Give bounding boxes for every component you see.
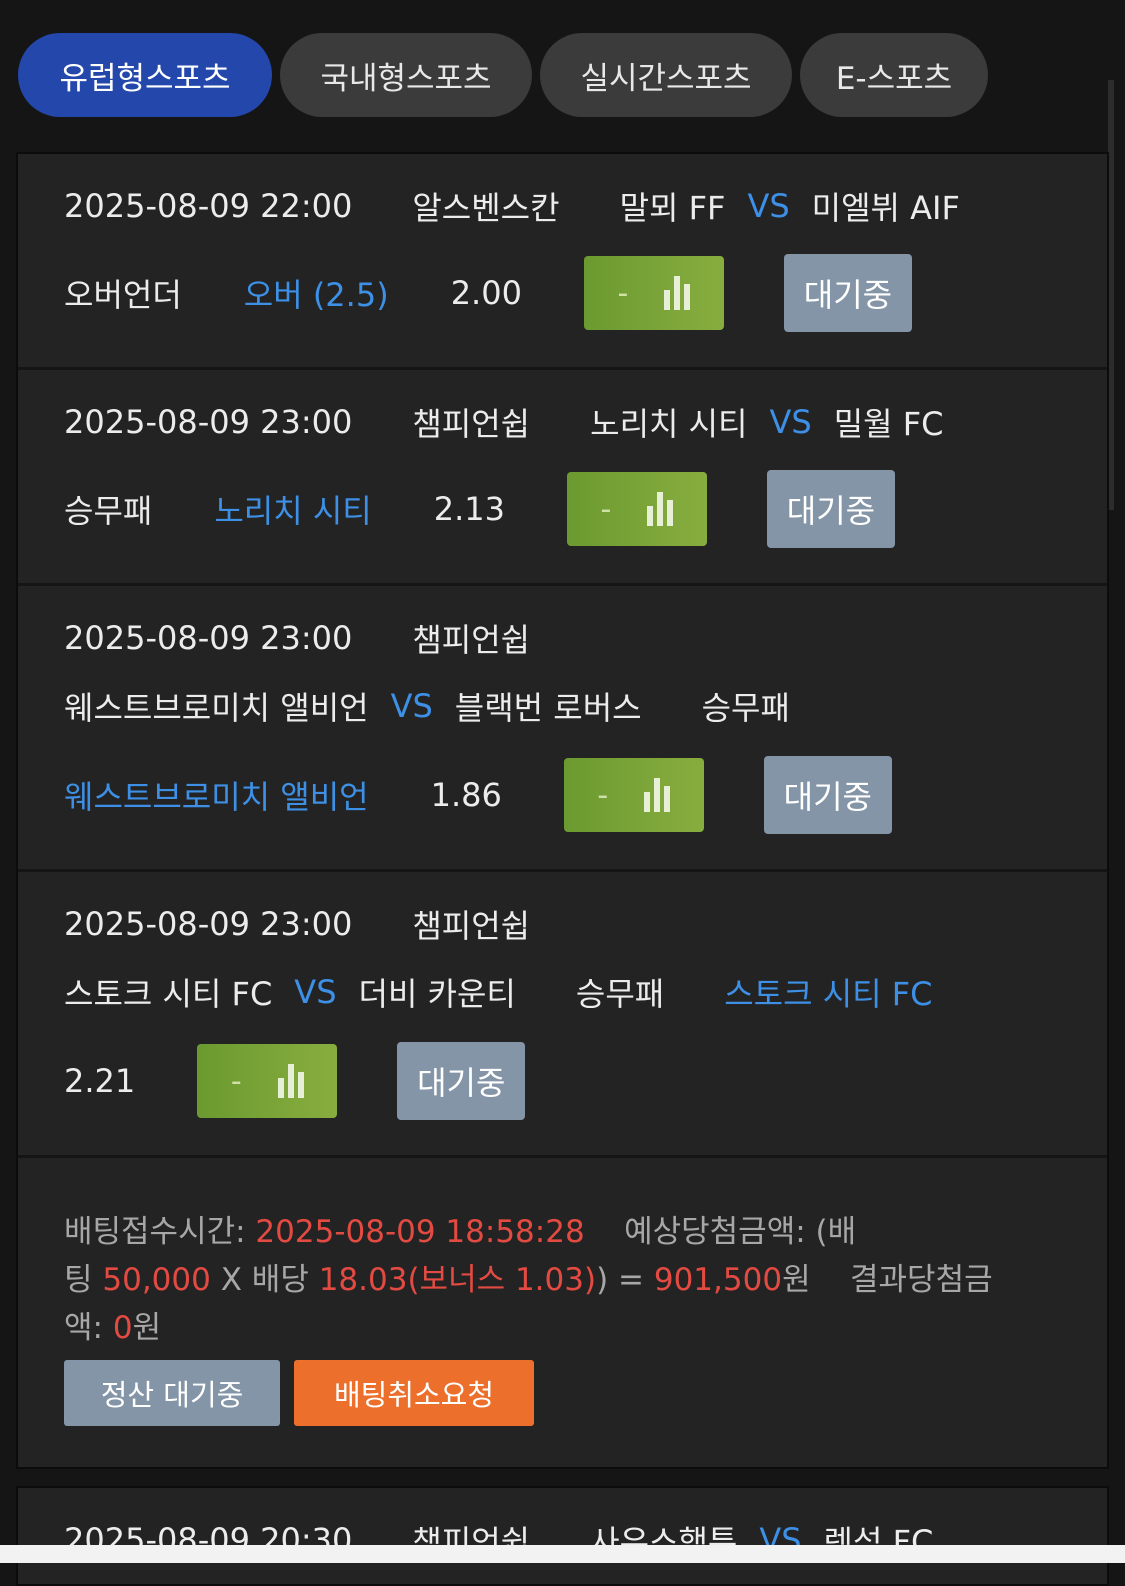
- bottom-bar: [0, 1545, 1125, 1563]
- bet-row: 2025-08-09 23:00 챔피언쉽 노리치 시티 VS 밀월 FC 승무…: [18, 370, 1107, 586]
- bet-match-line: 2025-08-09 23:00 챔피언쉽: [64, 616, 530, 660]
- bet-match-line: 2025-08-09 23:00 챔피언쉽 노리치 시티 VS 밀월 FC: [64, 400, 944, 444]
- tab-european-sports[interactable]: 유럽형스포츠: [18, 33, 272, 117]
- expected-label-cont: 팅: [64, 1262, 103, 1298]
- total-odds: 18.03(보너스 1.03): [318, 1262, 597, 1298]
- bet-row: 2025-08-09 23:00 챔피언쉽 웨스트브로미치 앨비언 VS 블랙번…: [18, 586, 1107, 872]
- bet-market: 승무패: [701, 689, 790, 727]
- bet-pick-line: 2.21 - 대기중: [64, 1042, 526, 1120]
- status-badge: 대기중: [397, 1042, 526, 1120]
- odds-stats-button[interactable]: -: [583, 256, 724, 330]
- bet-league: 챔피언쉽: [412, 621, 531, 659]
- bet-away-team: 더비 카운티: [358, 975, 516, 1013]
- bet-market: 승무패: [64, 492, 153, 530]
- vs-label: VS: [769, 403, 812, 441]
- expected-label: 예상당첨금액: (배: [624, 1214, 857, 1250]
- bet-odds: 2.00: [450, 274, 522, 312]
- bet-pick: 스토크 시티 FC: [724, 975, 933, 1013]
- bet-datetime: 2025-08-09 23:00: [64, 403, 353, 441]
- bet-row: 2025-08-09 22:00 알스벤스칸 말뫼 FF VS 미엘뷔 AIF …: [18, 154, 1107, 370]
- bet-league: 챔피언쉽: [412, 405, 531, 443]
- bet-market: 승무패: [575, 975, 665, 1013]
- vs-label: VS: [747, 187, 790, 225]
- bet-pick-line: 웨스트브로미치 앨비언 1.86 - 대기중: [64, 756, 892, 834]
- odds-stats-button[interactable]: -: [566, 472, 707, 546]
- stake-amount: 50,000: [102, 1262, 211, 1298]
- bet-match-line: 2025-08-09 22:00 알스벤스칸 말뫼 FF VS 미엘뷔 AIF: [64, 184, 960, 228]
- bet-match-line: 2025-08-09 23:00 챔피언쉽: [64, 902, 530, 946]
- result-amount: 0: [112, 1310, 133, 1346]
- bet-market: 오버언더: [64, 276, 182, 314]
- bet-odds: 2.21: [64, 1062, 136, 1100]
- bet-league: 챔피언쉽: [412, 907, 531, 945]
- result-label-cont: 액:: [64, 1310, 113, 1346]
- bet-away-team: 블랙번 로버스: [454, 689, 642, 727]
- sport-tabs: 유럽형스포츠 국내형스포츠 실시간스포츠 E-스포츠: [18, 33, 988, 117]
- tab-domestic-sports[interactable]: 국내형스포츠: [280, 33, 532, 117]
- odds-label: X 배당: [210, 1262, 319, 1298]
- won-unit: 원: [782, 1262, 811, 1298]
- bet-home-team: 웨스트브로미치 앨비언: [64, 689, 369, 727]
- vs-label: VS: [294, 973, 337, 1011]
- bet-row: 2025-08-09 23:00 챔피언쉽 스토크 시티 FC VS 더비 카운…: [18, 872, 1107, 1158]
- bet-time-label: 배팅접수시간:: [64, 1214, 256, 1250]
- vs-label: VS: [390, 687, 433, 725]
- bar-chart-icon: [644, 778, 671, 812]
- odds-stats-button[interactable]: -: [197, 1044, 338, 1118]
- bet-datetime: 2025-08-09 23:00: [64, 619, 353, 657]
- bet-time: 2025-08-09 18:58:28: [255, 1214, 585, 1250]
- cancel-bet-request-button[interactable]: 배팅취소요청: [294, 1360, 534, 1426]
- odds-dash: -: [597, 777, 609, 813]
- equals-label: ) =: [596, 1262, 654, 1298]
- tab-live-sports[interactable]: 실시간스포츠: [540, 33, 792, 117]
- bar-chart-icon: [664, 276, 691, 310]
- expected-payout: 901,500: [653, 1262, 783, 1298]
- bet-home-team: 노리치 시티: [590, 405, 748, 443]
- bet-pick: 웨스트브로미치 앨비언: [64, 778, 369, 816]
- odds-stats-button[interactable]: -: [563, 758, 704, 832]
- bet-teams-line: 웨스트브로미치 앨비언 VS 블랙번 로버스 승무패: [64, 684, 790, 728]
- bet-home-team: 말뫼 FF: [619, 189, 726, 227]
- summary-text: 배팅접수시간: 2025-08-09 18:58:28 예상당첨금액: (배 팅 …: [64, 1208, 1044, 1352]
- won-unit: 원: [132, 1310, 162, 1346]
- bar-chart-icon: [647, 492, 674, 526]
- bet-odds: 2.13: [433, 490, 505, 528]
- bet-slip-panel: 2025-08-09 22:00 알스벤스칸 말뫼 FF VS 미엘뷔 AIF …: [16, 152, 1109, 1469]
- bet-pick-line: 승무패 노리치 시티 2.13 - 대기중: [64, 470, 895, 548]
- bet-away-team: 밀월 FC: [833, 405, 944, 443]
- settle-pending-button[interactable]: 정산 대기중: [64, 1360, 280, 1426]
- status-badge: 대기중: [766, 470, 895, 548]
- odds-dash: -: [600, 491, 612, 527]
- bet-pick: 오버 (2.5): [243, 276, 389, 314]
- bet-league: 알스벤스칸: [412, 189, 560, 227]
- bet-summary: 배팅접수시간: 2025-08-09 18:58:28 예상당첨금액: (배 팅 …: [18, 1158, 1107, 1468]
- next-bet-panel: 2025-08-09 20:30 챔피언쉽 사우스햄튼 VS 렉섬 FC: [16, 1486, 1109, 1586]
- bar-chart-icon: [277, 1064, 304, 1098]
- bet-home-team: 스토크 시티 FC: [64, 975, 273, 1013]
- bet-pick-line: 오버언더 오버 (2.5) 2.00 - 대기중: [64, 254, 912, 332]
- bet-teams-line: 스토크 시티 FC VS 더비 카운티 승무패 스토크 시티 FC: [64, 970, 933, 1014]
- status-badge: 대기중: [783, 254, 912, 332]
- bet-datetime: 2025-08-09 22:00: [64, 187, 353, 225]
- bet-away-team: 미엘뷔 AIF: [811, 189, 960, 227]
- result-label: 결과당첨금: [850, 1262, 993, 1298]
- status-badge: 대기중: [763, 756, 892, 834]
- tab-esports[interactable]: E-스포츠: [800, 33, 988, 117]
- bet-pick: 노리치 시티: [214, 492, 372, 530]
- bet-datetime: 2025-08-09 23:00: [64, 905, 353, 943]
- bet-odds: 1.86: [430, 776, 502, 814]
- odds-dash: -: [617, 275, 629, 311]
- odds-dash: -: [230, 1063, 242, 1099]
